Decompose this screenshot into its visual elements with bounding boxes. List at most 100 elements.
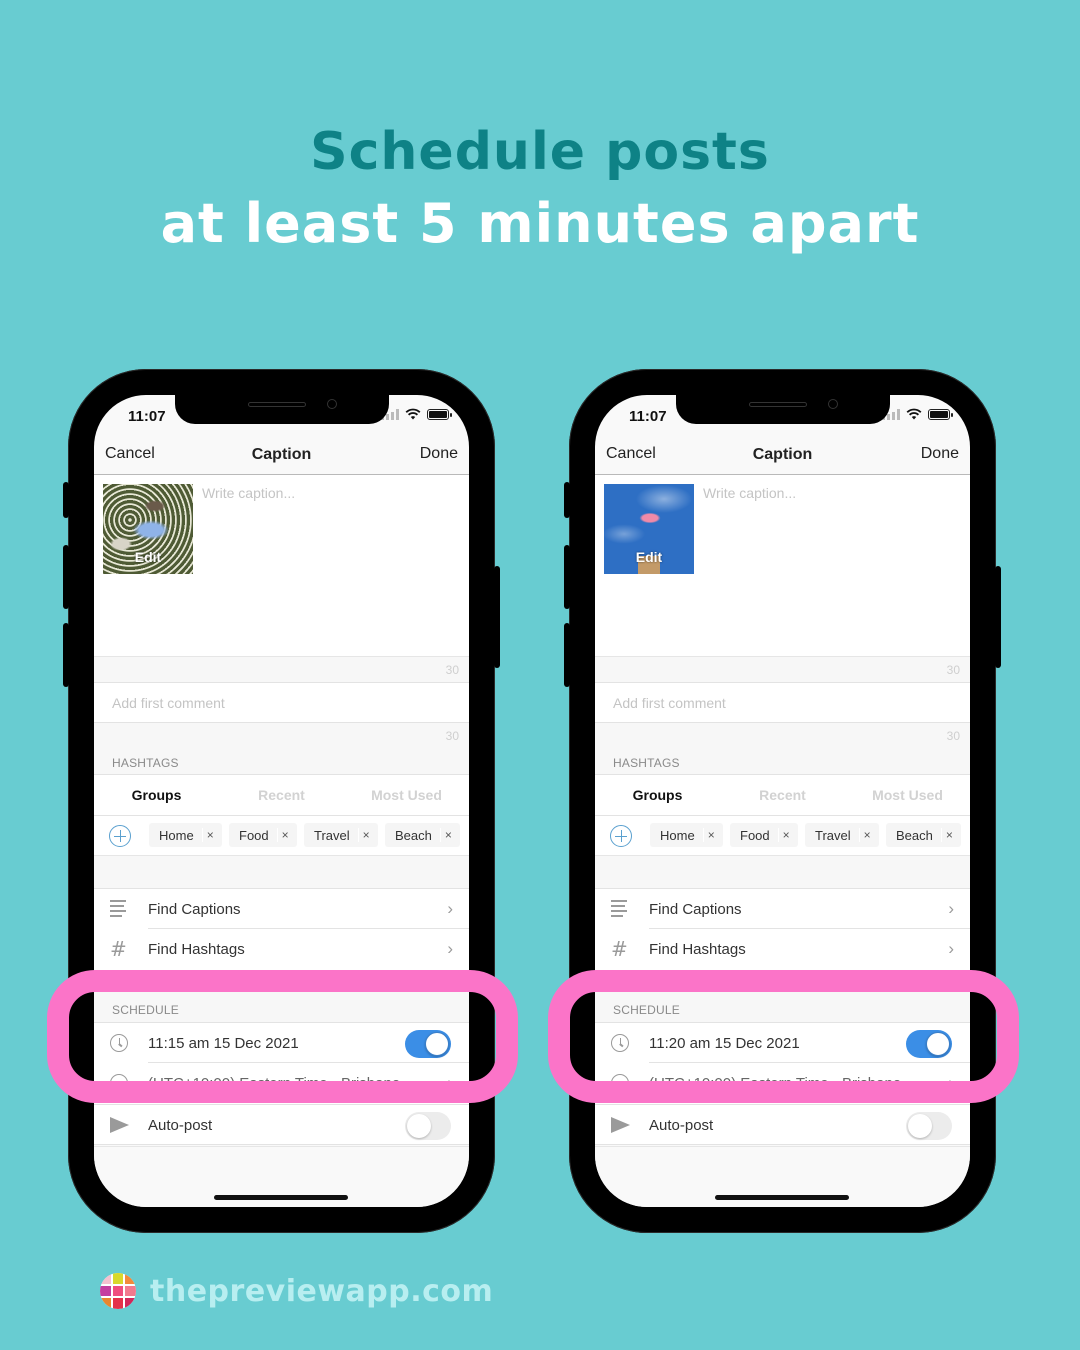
status-time: 11:07 xyxy=(629,408,667,425)
autopost-row[interactable]: Auto-post xyxy=(94,1104,469,1145)
volume-up-button xyxy=(63,545,69,609)
autopost-toggle[interactable] xyxy=(405,1112,451,1140)
hashtag-chip[interactable]: Travel × xyxy=(805,823,879,847)
schedule-section-label: SCHEDULE xyxy=(613,1003,680,1017)
section-spacer xyxy=(595,856,970,888)
autopost-row[interactable]: Auto-post xyxy=(595,1104,970,1145)
autopost-label: Auto-post xyxy=(148,1117,213,1134)
nav-title: Caption xyxy=(251,446,312,463)
chip-label: Home xyxy=(660,827,695,843)
caption-hashtag-counter: 30 xyxy=(445,663,459,677)
hashtags-section-label: HASHTAGS xyxy=(613,756,680,770)
logo-tile xyxy=(125,1273,136,1284)
find-hashtags-row[interactable]: # Find Hashtags › xyxy=(595,929,970,970)
notch xyxy=(676,395,890,424)
chip-label: Travel xyxy=(314,827,350,843)
schedule-datetime[interactable]: 11:20 am 15 Dec 2021 xyxy=(649,1035,800,1052)
logo-tile xyxy=(125,1285,136,1297)
battery-icon xyxy=(928,408,953,420)
timezone-row[interactable]: (UTC+10:00) Eastern Time - Brisbane › xyxy=(595,1063,970,1104)
remove-chip-icon[interactable]: × xyxy=(702,828,715,842)
logo-tile xyxy=(100,1298,111,1309)
chevron-right-icon: › xyxy=(948,939,954,958)
hashtag-chip[interactable]: Home × xyxy=(149,823,222,847)
add-group-icon[interactable] xyxy=(610,825,632,847)
nav-bar: Cancel Caption Done xyxy=(94,437,469,475)
timezone-row[interactable]: (UTC+10:00) Eastern Time - Brisbane › xyxy=(94,1063,469,1104)
headline-line-1: Schedule posts xyxy=(310,122,770,182)
autopost-label: Auto-post xyxy=(649,1117,714,1134)
send-icon xyxy=(110,1117,129,1133)
caption-counter-row: 30 xyxy=(595,656,970,682)
done-button[interactable]: Done xyxy=(921,445,959,463)
first-comment-input[interactable] xyxy=(112,695,442,711)
tab-groups[interactable]: Groups xyxy=(94,775,219,815)
tab-most-used[interactable]: Most Used xyxy=(845,775,970,815)
done-button[interactable]: Done xyxy=(420,445,458,463)
remove-chip-icon[interactable]: × xyxy=(276,828,289,842)
remove-chip-icon[interactable]: × xyxy=(357,828,370,842)
schedule-header: SCHEDULE xyxy=(595,970,970,1022)
edit-image-button[interactable]: Edit xyxy=(604,549,694,565)
chevron-right-icon: › xyxy=(447,1073,453,1092)
timezone-label: (UTC+10:00) Eastern Time - Brisbane xyxy=(649,1075,902,1092)
schedule-toggle[interactable] xyxy=(906,1030,952,1058)
home-indicator[interactable] xyxy=(214,1195,348,1200)
hashtag-chip[interactable]: Food × xyxy=(730,823,798,847)
row-label: Find Hashtags xyxy=(148,941,245,958)
remove-chip-icon[interactable]: × xyxy=(777,828,790,842)
mute-switch xyxy=(564,482,570,518)
brand-url[interactable]: thepreviewapp.com xyxy=(150,1274,493,1309)
find-hashtags-row[interactable]: # Find Hashtags › xyxy=(94,929,469,970)
schedule-datetime[interactable]: 11:15 am 15 Dec 2021 xyxy=(148,1035,299,1052)
row-label: Find Hashtags xyxy=(649,941,746,958)
status-time: 11:07 xyxy=(128,408,166,425)
chip-label: Food xyxy=(239,827,269,843)
hashtag-chip[interactable]: Travel × xyxy=(304,823,378,847)
add-group-icon[interactable] xyxy=(109,825,131,847)
power-button xyxy=(494,566,500,668)
comment-hashtag-counter: 30 xyxy=(445,729,459,743)
tab-recent[interactable]: Recent xyxy=(720,775,845,815)
home-indicator[interactable] xyxy=(715,1195,849,1200)
schedule-datetime-row[interactable]: 11:15 am 15 Dec 2021 xyxy=(94,1022,469,1063)
hashtag-chip[interactable]: Food × xyxy=(229,823,297,847)
schedule-datetime-row[interactable]: 11:20 am 15 Dec 2021 xyxy=(595,1022,970,1063)
tab-groups[interactable]: Groups xyxy=(595,775,720,815)
nav-bar: Cancel Caption Done xyxy=(595,437,970,475)
remove-chip-icon[interactable]: × xyxy=(940,828,953,842)
hashtag-tabs: Groups Recent Most Used xyxy=(94,774,469,816)
caption-input[interactable] xyxy=(202,485,457,501)
wifi-icon xyxy=(405,408,421,420)
volume-down-button xyxy=(564,623,570,687)
caption-input[interactable] xyxy=(703,485,958,501)
find-captions-row[interactable]: Find Captions › xyxy=(94,888,469,929)
remove-chip-icon[interactable]: × xyxy=(439,828,452,842)
remove-chip-icon[interactable]: × xyxy=(858,828,871,842)
first-comment-input[interactable] xyxy=(613,695,943,711)
phone-screen: 11:07 Cancel Caption Done Edit 30 xyxy=(94,395,469,1207)
post-thumbnail[interactable]: Edit xyxy=(604,484,694,574)
schedule-section-label: SCHEDULE xyxy=(112,1003,179,1017)
section-spacer xyxy=(94,856,469,888)
hashtag-chip[interactable]: Beach × xyxy=(886,823,961,847)
schedule-toggle[interactable] xyxy=(405,1030,451,1058)
remove-chip-icon[interactable]: × xyxy=(201,828,214,842)
clock-icon xyxy=(611,1034,629,1052)
post-thumbnail[interactable]: Edit xyxy=(103,484,193,574)
hashtag-chip[interactable]: Beach × xyxy=(385,823,460,847)
hashtag-chip[interactable]: Home × xyxy=(650,823,723,847)
autopost-toggle[interactable] xyxy=(906,1112,952,1140)
globe-icon xyxy=(611,1074,629,1092)
chip-label: Travel xyxy=(815,827,851,843)
chip-label: Beach xyxy=(896,827,933,843)
tab-recent[interactable]: Recent xyxy=(219,775,344,815)
find-captions-row[interactable]: Find Captions › xyxy=(595,888,970,929)
row-label: Find Captions xyxy=(148,901,241,918)
comment-counter-row: 30 HASHTAGS xyxy=(94,723,469,774)
tab-most-used[interactable]: Most Used xyxy=(344,775,469,815)
chip-label: Home xyxy=(159,827,194,843)
first-comment-row xyxy=(94,682,469,723)
logo-tile xyxy=(112,1285,124,1297)
edit-image-button[interactable]: Edit xyxy=(103,549,193,565)
